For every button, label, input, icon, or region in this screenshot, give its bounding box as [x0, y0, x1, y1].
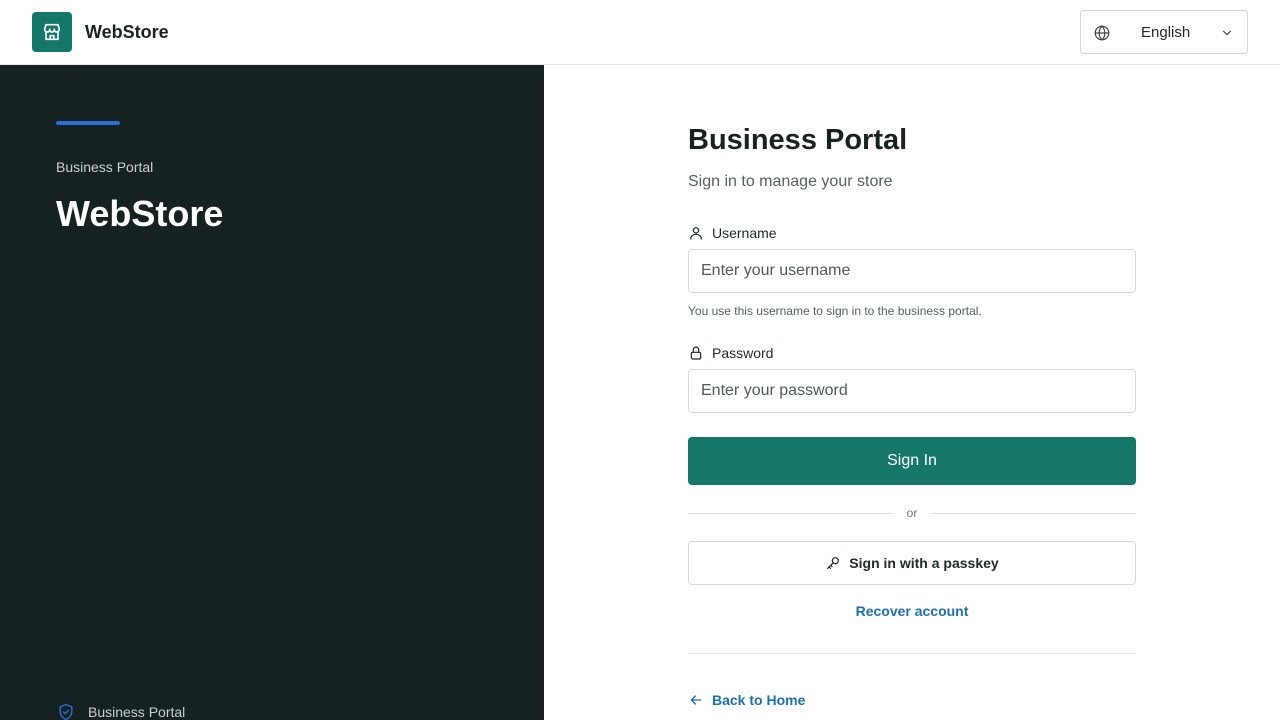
divider-label: or	[906, 506, 918, 520]
panel-footer-label: Business Portal	[88, 704, 186, 720]
username-label-text: Username	[712, 225, 777, 241]
section-divider	[688, 653, 1136, 654]
password-label: Password	[688, 344, 773, 362]
panel-footer: Business Portal	[56, 702, 185, 720]
password-label-text: Password	[712, 345, 774, 361]
page-title: Business Portal	[688, 124, 908, 156]
lock-icon	[690, 346, 702, 360]
language-select[interactable]: English	[1080, 10, 1248, 54]
shield-icon	[59, 703, 73, 720]
sign-in-button[interactable]: Sign In	[688, 437, 1136, 485]
arrow-left-icon	[690, 695, 702, 705]
panel-title: WebStore	[56, 193, 224, 234]
passkey-button[interactable]: Sign in with a passkey	[688, 541, 1136, 585]
username-input[interactable]	[688, 249, 1136, 293]
username-hint: You use this username to sign in to the …	[688, 304, 982, 318]
password-input[interactable]	[688, 369, 1136, 413]
brand-panel: Business Portal WebStore Business Portal	[0, 65, 544, 720]
back-to-home-label: Back to Home	[712, 692, 806, 708]
divider-line-left	[688, 513, 894, 514]
chevron-down-icon	[1222, 30, 1232, 36]
globe-icon	[1094, 25, 1110, 41]
divider-line-right	[930, 513, 1136, 514]
passkey-button-label: Sign in with a passkey	[849, 555, 999, 571]
login-form: Business Portal Sign in to manage your s…	[688, 65, 1136, 720]
storefront-icon[interactable]	[32, 12, 72, 52]
accent-line	[56, 121, 120, 125]
back-to-home-link[interactable]: Back to Home	[688, 691, 805, 709]
brand-name[interactable]: WebStore	[85, 20, 169, 44]
language-label: English	[1141, 24, 1191, 41]
recover-account-link[interactable]: Recover account	[688, 602, 1136, 620]
panel-eyebrow: Business Portal	[56, 159, 154, 175]
or-divider: or	[688, 505, 1136, 521]
username-label: Username	[688, 224, 777, 242]
page-subtitle: Sign in to manage your store	[688, 173, 893, 190]
user-icon	[690, 227, 702, 240]
key-icon	[827, 557, 840, 569]
top-bar: WebStore English	[0, 0, 1280, 65]
